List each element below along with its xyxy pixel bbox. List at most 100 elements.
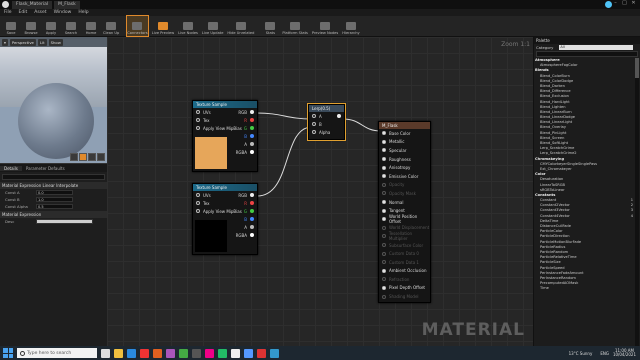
toolbar-stats-button[interactable]: Stats: [262, 16, 278, 36]
menu-file[interactable]: File: [4, 10, 12, 15]
maximize-icon[interactable]: □: [620, 0, 629, 6]
edge-icon[interactable]: [127, 348, 136, 358]
file-explorer-icon[interactable]: [114, 348, 123, 358]
plane-icon[interactable]: [88, 153, 96, 161]
pin-uvs[interactable]: UVs RGB: [193, 108, 257, 116]
tab-details[interactable]: Details: [0, 165, 22, 171]
palette-search-input[interactable]: [536, 51, 638, 57]
pin-opacity[interactable]: Opacity: [379, 181, 430, 190]
app-icon[interactable]: [166, 348, 175, 358]
toolbar-live-update-button[interactable]: Live Update: [202, 16, 223, 36]
menu-edit[interactable]: Edit: [19, 10, 28, 15]
minimize-icon[interactable]: –: [611, 0, 620, 6]
tab-parameter-defaults[interactable]: Parameter Defaults: [22, 166, 69, 171]
pin-tex[interactable]: Tex R: [193, 199, 257, 207]
taskbar: Type here to search 13°C Sunny ENG 11:00…: [0, 346, 640, 360]
app-icon[interactable]: [205, 348, 214, 358]
toolbar-hide-unrelated-button[interactable]: Hide Unrelated: [227, 16, 254, 36]
task-view-icon[interactable]: [101, 348, 110, 358]
menu-asset[interactable]: Asset: [34, 10, 46, 15]
pin-base-color[interactable]: Base Color: [379, 129, 430, 138]
pin-world-position-offset[interactable]: World Position Offset: [379, 214, 430, 224]
pin-pixel-depth-offset[interactable]: Pixel Depth Offset: [379, 284, 430, 293]
pin-tessellation-multiplier[interactable]: Tessellation Multiplier: [379, 231, 430, 241]
pin-mipbias[interactable]: Apply View MipBias G: [193, 207, 257, 215]
material-graph[interactable]: Zoom 1:1 Texture Sample UVs RGB Tex R Appl…: [107, 37, 533, 346]
toolbar-search-button[interactable]: Search: [63, 16, 79, 36]
pin-b[interactable]: B: [309, 120, 344, 128]
toolbar-platform-stats-button[interactable]: Platform Stats: [282, 16, 308, 36]
search-icon: [66, 22, 76, 30]
toolbar-hierarchy-button[interactable]: Hierarchy: [342, 16, 360, 36]
palette-scrollbar[interactable]: [635, 58, 639, 346]
viewport-menu-icon[interactable]: ▾: [2, 38, 8, 46]
toolbar-connectors-button[interactable]: Connectors: [126, 15, 149, 37]
pin-mipbias[interactable]: Apply View MipBias G: [193, 124, 257, 132]
lerp-node[interactable]: Lerp(0.5) A B Alpha: [307, 103, 346, 141]
app-icon[interactable]: [244, 348, 253, 358]
desc-field[interactable]: [36, 219, 93, 224]
pin-custom-data-1[interactable]: Custom Data 1: [379, 258, 430, 267]
app-icon[interactable]: [218, 348, 227, 358]
language-indicator[interactable]: ENG: [600, 351, 609, 356]
cube-icon[interactable]: [97, 153, 105, 161]
weather-widget[interactable]: 13°C Sunny: [569, 351, 593, 356]
window-tab[interactable]: Flask_Material: [12, 0, 53, 9]
toolbar-apply-button[interactable]: Apply: [43, 16, 59, 36]
const-b-field[interactable]: 1.0: [36, 197, 73, 202]
show-button[interactable]: Show: [48, 38, 63, 46]
pin-ambient-occlusion[interactable]: Ambient Occlusion: [379, 267, 430, 276]
chrome-icon[interactable]: [179, 348, 188, 358]
menu-window[interactable]: Window: [54, 10, 72, 15]
pin-emissive-color[interactable]: Emissive Color: [379, 172, 430, 181]
app-icon[interactable]: [270, 348, 279, 358]
toolbar-browse-button[interactable]: Browse: [23, 16, 39, 36]
pin-refraction[interactable]: Refraction: [379, 275, 430, 284]
epic-launcher-icon[interactable]: [192, 348, 201, 358]
category-linear-interpolate[interactable]: Material Expression Linear Interpolate: [0, 182, 107, 189]
toolbar-save-button[interactable]: Save: [3, 16, 19, 36]
toolbar-home-button[interactable]: Home: [83, 16, 99, 36]
pin-normal[interactable]: Normal: [379, 198, 430, 207]
pin-shading-model[interactable]: Shading Model: [379, 292, 430, 301]
sphere-icon[interactable]: [79, 153, 87, 161]
category-material-expression[interactable]: Material Expression: [0, 211, 107, 218]
scrollbar-thumb[interactable]: [635, 58, 639, 78]
category-dropdown[interactable]: All: [559, 44, 634, 50]
app-icon[interactable]: [257, 348, 266, 358]
const-a-field[interactable]: 0.0: [36, 190, 73, 195]
pin-anisotropy[interactable]: Anisotropy: [379, 163, 430, 172]
taskbar-search-input[interactable]: Type here to search: [17, 348, 97, 358]
pin-specular[interactable]: Specular: [379, 146, 430, 155]
pin-roughness[interactable]: Roughness: [379, 155, 430, 164]
palette-item[interactable]: Time: [534, 286, 635, 291]
pin-uvs[interactable]: UVs RGB: [193, 191, 257, 199]
close-icon[interactable]: ✕: [629, 0, 638, 6]
toolbar-clean-up-button[interactable]: Clean Up: [103, 16, 119, 36]
windows-start-icon[interactable]: [3, 348, 13, 358]
youtube-icon[interactable]: [140, 348, 149, 358]
lit-button[interactable]: Lit: [37, 38, 47, 46]
preview-viewport[interactable]: ▾ Perspective Lit Show: [0, 37, 107, 163]
pin-alpha[interactable]: Alpha: [309, 128, 344, 136]
document-tab[interactable]: M_Flask: [54, 0, 80, 9]
menu-help[interactable]: Help: [78, 10, 88, 15]
pin-subsurface-color[interactable]: Subsurface Color: [379, 241, 430, 250]
pin-tex[interactable]: Tex R: [193, 116, 257, 124]
const-alpha-field[interactable]: 0.5: [36, 204, 73, 209]
perspective-button[interactable]: Perspective: [9, 38, 36, 46]
firefox-icon[interactable]: [153, 348, 162, 358]
toolbar-preview-nodes-button[interactable]: Preview Nodes: [312, 16, 338, 36]
pin-a[interactable]: A: [309, 112, 344, 120]
toolbar-live-preview-button[interactable]: Live Preview: [152, 16, 174, 36]
toolbar-live-nodes-button[interactable]: Live Nodes: [178, 16, 198, 36]
cylinder-icon[interactable]: [70, 153, 78, 161]
pin-metallic[interactable]: Metallic: [379, 138, 430, 147]
pin-opacity-mask[interactable]: Opacity Mask: [379, 189, 430, 198]
clock[interactable]: 11:00 AM 10/04/2021: [613, 348, 636, 358]
toolbar-label: Home: [85, 31, 97, 35]
details-search-input[interactable]: [2, 174, 105, 180]
unreal-editor-icon[interactable]: [231, 348, 240, 358]
pin-custom-data-0[interactable]: Custom Data 0: [379, 249, 430, 258]
material-result-node[interactable]: M_Flask Base Color Metallic Specular Roughn…: [378, 121, 431, 303]
